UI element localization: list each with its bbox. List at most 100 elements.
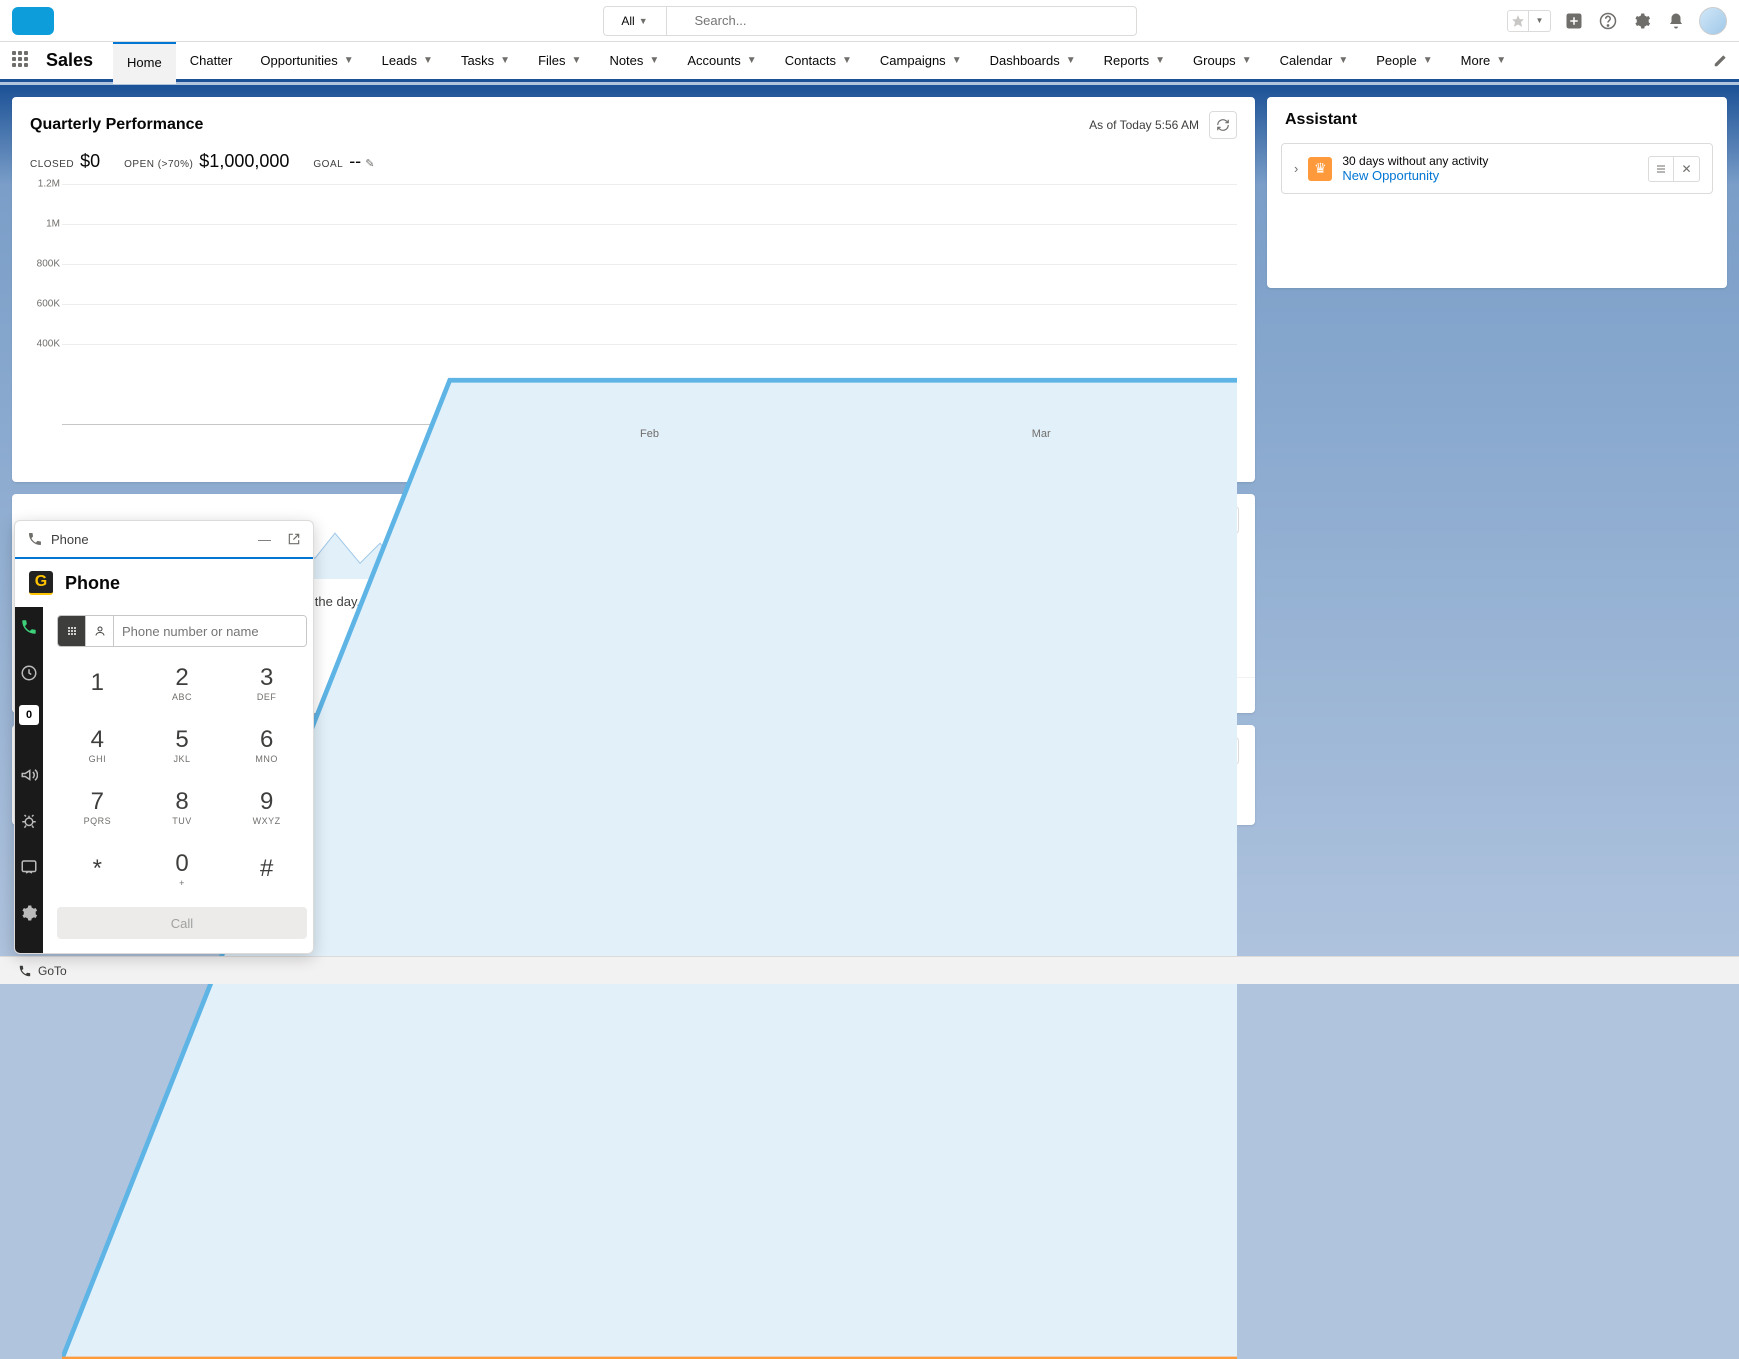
phone-sidebar: 0 [15, 607, 43, 953]
qp-metrics: CLOSED$0 OPEN (>70%)$1,000,000 GOAL--✎ [12, 147, 1255, 184]
key-0[interactable]: 0+ [142, 841, 223, 899]
search-scope-label: All [621, 14, 634, 28]
key-7[interactable]: 7PQRS [57, 779, 138, 837]
global-search: All ▼ [603, 6, 1137, 36]
call-button[interactable]: Call [57, 907, 307, 939]
chevron-down-icon: ▼ [1242, 55, 1252, 66]
nav-tab-dashboards[interactable]: Dashboards▼ [976, 41, 1090, 84]
nav-tab-contacts[interactable]: Contacts▼ [771, 41, 866, 84]
popout-icon[interactable] [287, 532, 301, 546]
global-search-input[interactable] [667, 6, 1137, 36]
nav-tab-files[interactable]: Files▼ [524, 41, 595, 84]
nav-tab-campaigns[interactable]: Campaigns▼ [866, 41, 976, 84]
crown-icon: ♛ [1308, 157, 1332, 181]
history-tab-icon[interactable] [15, 659, 43, 687]
chevron-down-icon: ▼ [1155, 55, 1165, 66]
phone-panel-header: Phone — [15, 521, 313, 559]
chevron-down-icon: ▼ [639, 16, 648, 26]
goal-label: GOAL [313, 159, 343, 170]
y-axis: 1.2M 1M 800K 600K 400K [30, 184, 60, 424]
chevron-right-icon[interactable]: › [1294, 161, 1298, 176]
phone-panel: Phone — G Phone 0 [14, 520, 314, 954]
goal-edit-icon[interactable]: ✎ [365, 158, 374, 170]
key-2[interactable]: 2ABC [142, 655, 223, 713]
key-5[interactable]: 5JKL [142, 717, 223, 775]
key-star[interactable]: * [57, 841, 138, 899]
notifications-bell-icon[interactable] [1665, 10, 1687, 32]
nav-tab-groups[interactable]: Groups▼ [1179, 41, 1266, 84]
assistant-title: Assistant [1267, 97, 1727, 143]
contacts-toggle[interactable] [86, 616, 114, 646]
assistant-card: Assistant › ♛ 30 days without any activi… [1267, 97, 1727, 288]
nav-tab-accounts[interactable]: Accounts▼ [673, 41, 770, 84]
phone-icon [27, 531, 43, 547]
dialer-tab-icon[interactable] [15, 613, 43, 641]
chevron-down-icon: ▼ [1338, 55, 1348, 66]
bug-icon[interactable] [15, 807, 43, 835]
quarterly-performance-card: Quarterly Performance As of Today 5:56 A… [12, 97, 1255, 482]
key-4[interactable]: 4GHI [57, 717, 138, 775]
app-nav-bar: Sales Home Chatter Opportunities▼ Leads▼… [0, 42, 1739, 82]
nav-tab-chatter[interactable]: Chatter [176, 41, 247, 84]
chevron-down-icon: ▼ [1066, 55, 1076, 66]
goto-logo: G [29, 571, 53, 595]
setup-gear-icon[interactable] [1631, 10, 1653, 32]
assistant-link[interactable]: New Opportunity [1342, 168, 1439, 183]
nav-tab-more[interactable]: More▼ [1447, 41, 1521, 84]
nav-tab-leads[interactable]: Leads▼ [368, 41, 447, 84]
nav-tab-calendar[interactable]: Calendar▼ [1266, 41, 1363, 84]
key-hash[interactable]: # [226, 841, 307, 899]
key-6[interactable]: 6MNO [226, 717, 307, 775]
nav-edit-icon[interactable] [1713, 54, 1727, 68]
chevron-down-icon: ▼ [500, 55, 510, 66]
chevron-down-icon: ▼ [344, 55, 354, 66]
help-icon[interactable] [1597, 10, 1619, 32]
refresh-button[interactable] [1209, 111, 1237, 139]
goal-value: -- [349, 151, 361, 171]
app-launcher-icon[interactable] [12, 51, 32, 71]
global-add-button[interactable] [1563, 10, 1585, 32]
x-axis-labels: Jan Feb Mar [62, 428, 1237, 440]
app-name: Sales [46, 50, 93, 71]
key-9[interactable]: 9WXYZ [226, 779, 307, 837]
header-actions: ▼ [1507, 7, 1727, 35]
chevron-down-icon: ▼ [649, 55, 659, 66]
assistant-msg: 30 days without any activity [1342, 154, 1638, 168]
user-avatar[interactable] [1699, 7, 1727, 35]
keypad-toggle[interactable] [58, 616, 86, 646]
assistant-item: › ♛ 30 days without any activity New Opp… [1281, 143, 1713, 194]
phone-app-title: Phone [65, 573, 120, 594]
announce-icon[interactable] [15, 761, 43, 789]
chevron-down-icon: ▼ [842, 55, 852, 66]
phone-number-input[interactable] [114, 616, 306, 646]
closed-label: CLOSED [30, 159, 74, 170]
phone-dialer: 1 2ABC 3DEF 4GHI 5JKL 6MNO 7PQRS 8TUV 9W… [43, 607, 314, 953]
voicemail-badge[interactable]: 0 [19, 705, 39, 725]
nav-tab-notes[interactable]: Notes▼ [595, 41, 673, 84]
qp-chart: 1.2M 1M 800K 600K 400K [12, 184, 1255, 454]
qp-as-of: As of Today 5:56 AM [1089, 118, 1199, 132]
dialpad: 1 2ABC 3DEF 4GHI 5JKL 6MNO 7PQRS 8TUV 9W… [57, 655, 307, 899]
key-1[interactable]: 1 [57, 655, 138, 713]
utility-goto[interactable]: GoTo [10, 960, 75, 982]
nav-tab-opportunities[interactable]: Opportunities▼ [246, 41, 367, 84]
favorites-dropdown[interactable]: ▼ [1529, 10, 1551, 32]
key-8[interactable]: 8TUV [142, 779, 223, 837]
nav-tab-home[interactable]: Home [113, 41, 176, 84]
assistant-dismiss-icon[interactable]: ✕ [1674, 156, 1700, 182]
global-header: All ▼ ▼ [0, 0, 1739, 42]
nav-tab-tasks[interactable]: Tasks▼ [447, 41, 524, 84]
settings-gear-icon[interactable] [15, 899, 43, 927]
feedback-icon[interactable] [15, 853, 43, 881]
phone-app-header: G Phone [15, 559, 313, 607]
key-3[interactable]: 3DEF [226, 655, 307, 713]
nav-tab-reports[interactable]: Reports▼ [1090, 41, 1179, 84]
search-scope-select[interactable]: All ▼ [603, 6, 667, 36]
assistant-task-icon[interactable] [1648, 156, 1674, 182]
utility-goto-label: GoTo [38, 964, 67, 978]
favorites-button[interactable] [1507, 10, 1529, 32]
right-column: Assistant › ♛ 30 days without any activi… [1267, 97, 1727, 972]
minimize-icon[interactable]: — [258, 532, 271, 547]
nav-tab-people[interactable]: People▼ [1362, 41, 1446, 84]
open-label: OPEN (>70%) [124, 159, 193, 170]
